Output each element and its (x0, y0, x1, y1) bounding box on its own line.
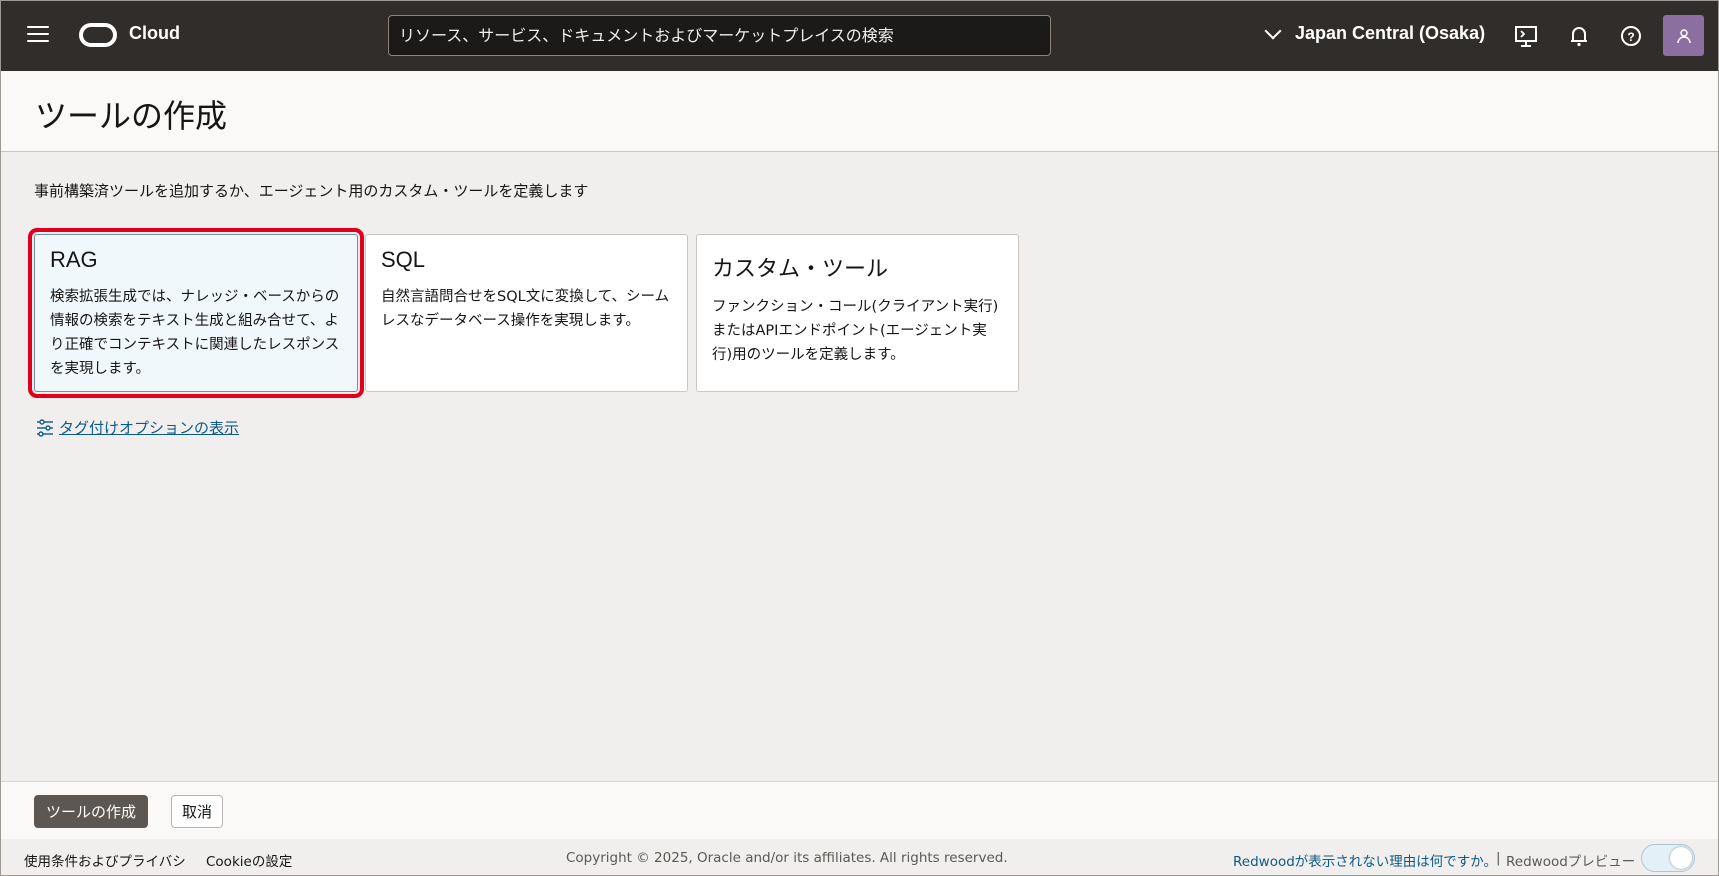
hamburger-menu-icon[interactable] (27, 26, 49, 44)
app-window: Cloud Japan Central (Osaka) ? (0, 0, 1719, 876)
region-label: Japan Central (Osaka) (1295, 23, 1486, 43)
toggle-knob (1670, 847, 1692, 869)
global-search[interactable] (388, 15, 1051, 56)
cookie-settings-link[interactable]: Cookieの設定 (206, 850, 292, 870)
user-icon (1676, 28, 1691, 43)
bell-icon[interactable] (1566, 23, 1592, 49)
card-description: 検索拡張生成では、ナレッジ・ベースからの情報の検索をテキスト生成と組み合せて、よ… (50, 289, 340, 377)
redwood-preview-toggle[interactable] (1641, 844, 1695, 872)
oracle-logo-icon[interactable] (79, 23, 117, 47)
sliders-icon (37, 418, 53, 437)
cloud-shell-icon[interactable] (1513, 23, 1539, 49)
tagging-options-label: タグ付けオプションの表示 (59, 419, 240, 437)
card-title: SQL (381, 247, 426, 272)
action-bar: ツールの作成 取消 (1, 781, 1718, 839)
help-icon[interactable]: ? (1618, 23, 1644, 49)
cancel-button[interactable]: 取消 (171, 795, 224, 828)
footer-separator: | (1496, 850, 1501, 866)
tagging-options-link[interactable]: タグ付けオプションの表示 (35, 417, 239, 438)
tool-card-rag[interactable]: RAG 検索拡張生成では、ナレッジ・ベースからの情報の検索をテキスト生成と組み合… (28, 228, 364, 398)
redwood-why-link[interactable]: Redwoodが表示されない理由は何ですか。 (1233, 850, 1497, 870)
chevron-down-icon (1264, 22, 1282, 39)
tool-card-custom[interactable]: カスタム・ツール ファンクション・コール(クライアント実行)またはAPIエンドポ… (696, 234, 1019, 392)
card-description: ファンクション・コール(クライアント実行)またはAPIエンドポイント(エージェン… (712, 299, 999, 363)
page-header: ツールの作成 (1, 71, 1718, 152)
card-title: カスタム・ツール (712, 256, 889, 281)
top-navigation-bar: Cloud Japan Central (Osaka) ? (1, 1, 1718, 71)
create-tool-button[interactable]: ツールの作成 (34, 795, 149, 828)
region-selector[interactable]: Japan Central (Osaka) (1264, 22, 1486, 44)
tool-card-sql[interactable]: SQL 自然言語問合せをSQL文に変換して、シームレスなデータベース操作を実現し… (365, 234, 688, 392)
card-title: RAG (50, 247, 98, 272)
svg-text:?: ? (1627, 30, 1634, 44)
redwood-preview-label: Redwoodプレビュー (1506, 854, 1636, 870)
brand-label[interactable]: Cloud (129, 23, 180, 44)
copyright-text: Copyright © 2025, Oracle and/or its affi… (566, 850, 1008, 866)
footer: 使用条件およびプライバシ Cookieの設定 Copyright © 2025,… (1, 839, 1718, 875)
page-title: ツールの作成 (35, 97, 228, 135)
avatar[interactable] (1663, 15, 1704, 56)
search-input[interactable] (399, 26, 1040, 45)
page-intro: 事前構築済ツールを追加するか、エージェント用のカスタム・ツールを定義します (34, 182, 589, 200)
terms-privacy-link[interactable]: 使用条件およびプライバシ (24, 850, 186, 870)
card-description: 自然言語問合せをSQL文に変換して、シームレスなデータベース操作を実現します。 (381, 289, 670, 329)
